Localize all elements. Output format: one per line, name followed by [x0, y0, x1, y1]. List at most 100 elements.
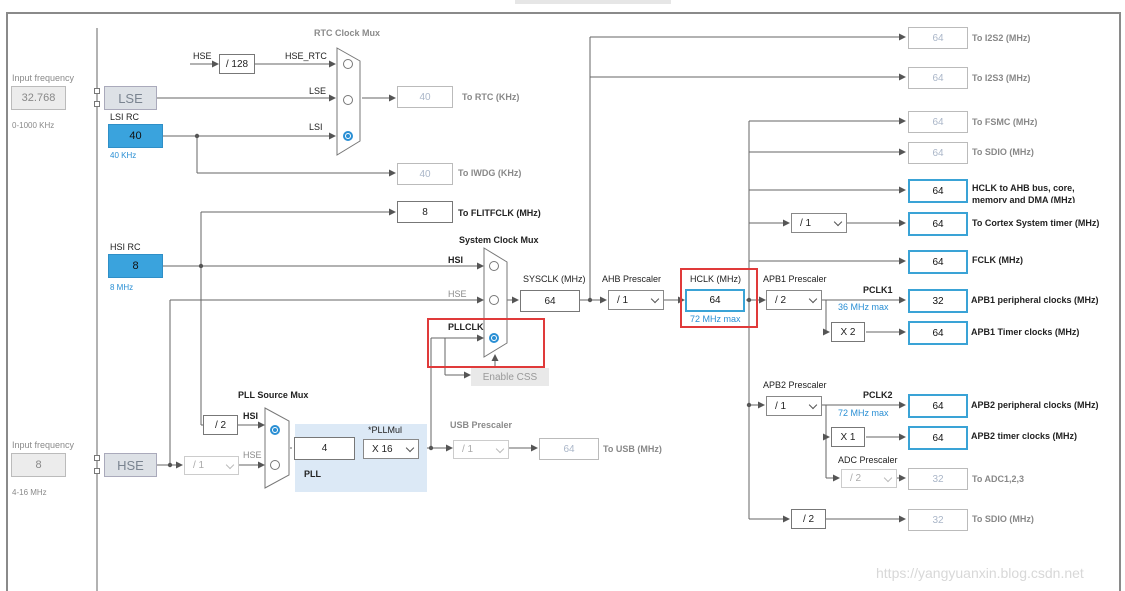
hsi-rc-unit: 8 MHz	[110, 283, 134, 292]
cortex-timer-output-value: 64	[908, 212, 968, 236]
hse-source: HSE	[104, 453, 157, 477]
pll-mux-hsi-label: HSI	[243, 411, 259, 421]
pll-mux-hse-radio[interactable]	[270, 460, 280, 470]
enable-css-button[interactable]: Enable CSS	[471, 368, 549, 386]
hclk-label: HCLK (MHz)	[690, 274, 741, 284]
apb1-peripheral-output-value: 32	[908, 289, 968, 313]
apb2-prescaler-value: / 1	[775, 400, 787, 412]
lse-frequency-input[interactable]: 32.768	[11, 86, 66, 110]
pll-mul-select[interactable]: X 16	[363, 439, 419, 459]
hse-prediv-value: / 1	[193, 460, 205, 471]
adc-prescaler-value: / 2	[850, 473, 862, 484]
usb-prescaler-select[interactable]: / 1	[453, 440, 509, 459]
sysclk-label: SYSCLK (MHz)	[523, 274, 586, 284]
cortex-timer-output-label: To Cortex System timer (MHz)	[972, 218, 1100, 228]
watermark: https://yangyuanxin.blog.csdn.net	[876, 565, 1084, 581]
iwdg-output-value: 40	[397, 163, 453, 185]
adc-prescaler-select[interactable]: / 2	[841, 469, 897, 488]
hclk-input[interactable]: 64	[685, 289, 745, 312]
ahb-bus-output-value: 64	[908, 179, 968, 203]
apb1-prescaler-value: / 2	[775, 294, 787, 306]
adc-output-label: To ADC1,2,3	[972, 474, 1025, 484]
ahb-prescaler-label: AHB Prescaler	[602, 274, 662, 284]
fclk-output-label: FCLK (MHz)	[972, 255, 1023, 265]
usb-output-label: To USB (MHz)	[603, 444, 662, 454]
rtc-mux-hse-radio[interactable]	[343, 59, 353, 69]
usb-output-value: 64	[539, 438, 599, 460]
hse-pin-top	[94, 455, 100, 461]
apb2-prescaler-select[interactable]: / 1	[766, 396, 822, 416]
rtc-output-label: To RTC (KHz)	[462, 92, 520, 102]
chevron-down-icon	[405, 443, 415, 453]
sdio-div2-box: / 2	[791, 509, 826, 529]
hse-prediv-select[interactable]: / 1	[184, 456, 239, 475]
sdio-output-label: To SDIO (MHz)	[972, 514, 1034, 524]
pll-label: PLL	[304, 469, 321, 479]
ahb-prescaler-select[interactable]: / 1	[608, 290, 664, 310]
rtc-hse-input-label: HSE	[193, 51, 212, 61]
apb1-timer-output-label: APB1 Timer clocks (MHz)	[971, 327, 1080, 337]
apb1-timer-output-value: 64	[908, 321, 968, 345]
pllclk-highlight-box	[427, 318, 545, 368]
flitfclk-output-label: To FLITFCLK (MHz)	[458, 208, 541, 218]
cortex-timer-div-select[interactable]: / 1	[791, 213, 847, 233]
apb1-prescaler-label: APB1 Prescaler	[763, 274, 827, 284]
rtc-lsi-label: LSI	[309, 122, 323, 132]
apb1-timer-mul-box: X 2	[831, 322, 865, 342]
apb2-peripheral-output-value: 64	[908, 394, 968, 418]
lsi-rc-value: 40	[108, 124, 163, 148]
apb2-prescaler-label: APB2 Prescaler	[763, 380, 827, 390]
pclk1-max-label: 36 MHz max	[838, 302, 889, 312]
ahb-prescaler-value: / 1	[617, 294, 629, 306]
i2s2-output-label: To I2S2 (MHz)	[972, 33, 1031, 43]
hse-frequency-input[interactable]: 8	[11, 453, 66, 477]
pll-mul-value: X 16	[372, 443, 393, 455]
ahb-bus-output-label-2: memory and DMA (MHz)	[972, 195, 1076, 203]
rtc-mux-lse-radio[interactable]	[343, 95, 353, 105]
clock-configuration-canvas: Input frequency 32.768 0-1000 KHz LSE LS…	[0, 0, 1125, 591]
i2s3-output-label: To I2S3 (MHz)	[972, 73, 1031, 83]
hsi-rc-value: 8	[108, 254, 163, 278]
ahb-bus-output-label-2-clip: memory and DMA (MHz)	[972, 195, 1075, 203]
sysmux-hse-radio[interactable]	[489, 295, 499, 305]
fsmc-output-label: To FSMC (MHz)	[972, 117, 1038, 127]
lsi-rc-label: LSI RC	[110, 112, 140, 122]
ahb-bus-output-label-1: HCLK to AHB bus, core,	[972, 183, 1075, 193]
pll-mux-hsi-radio[interactable]	[270, 425, 280, 435]
chevron-down-icon	[883, 473, 893, 482]
pll-source-mux-title: PLL Source Mux	[238, 390, 309, 400]
cortex-timer-div-value: / 1	[800, 217, 812, 229]
sysmux-hsi-radio[interactable]	[489, 261, 499, 271]
rtc-mux-lsi-radio[interactable]	[343, 131, 353, 141]
i2s3-output-value: 64	[908, 67, 968, 89]
rtc-clock-mux-title: RTC Clock Mux	[314, 28, 381, 38]
apb1-prescaler-select[interactable]: / 2	[766, 290, 822, 310]
pll-mux-hse-label: HSE	[243, 450, 262, 460]
sysmux-hse-label: HSE	[448, 289, 467, 299]
system-clock-mux-title: System Clock Mux	[459, 235, 539, 245]
usb-prescaler-value: / 1	[462, 444, 474, 455]
adc-prescaler-label: ADC Prescaler	[838, 455, 898, 465]
rtc-lse-label: LSE	[309, 86, 327, 96]
pclk1-label: PCLK1	[863, 285, 893, 295]
pll-mul-label: *PLLMul	[368, 425, 403, 435]
i2s2-output-value: 64	[908, 27, 968, 49]
iwdg-output-label: To IWDG (KHz)	[458, 168, 522, 178]
apb2-peripheral-output-label: APB2 peripheral clocks (MHz)	[971, 400, 1099, 410]
hsi-rc-label: HSI RC	[110, 242, 141, 252]
rtc-output-value: 40	[397, 86, 453, 108]
apb2-timer-output-label: APB2 timer clocks (MHz)	[971, 431, 1078, 441]
lse-pin-bottom	[94, 101, 100, 107]
sdio-output-value: 32	[908, 509, 968, 531]
pclk2-label: PCLK2	[863, 390, 893, 400]
hclk-max-label: 72 MHz max	[690, 314, 741, 324]
apb1-peripheral-output-label: APB1 peripheral clocks (MHz)	[971, 295, 1099, 305]
lse-input-frequency-label: Input frequency	[12, 73, 75, 83]
chevron-down-icon	[833, 217, 843, 227]
usb-prescaler-label: USB Prescaler	[450, 420, 513, 430]
chevron-down-icon	[650, 294, 660, 304]
lse-pin-top	[94, 88, 100, 94]
lsi-rc-unit: 40 KHz	[110, 151, 137, 160]
pll-hsi-div2-box: / 2	[203, 415, 238, 435]
sysmux-hsi-label: HSI	[448, 255, 464, 265]
